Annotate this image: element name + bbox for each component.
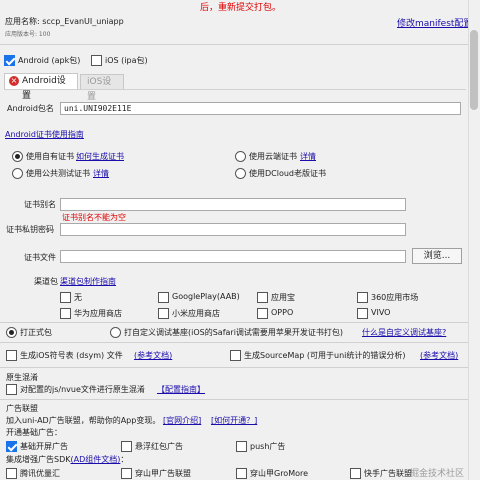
scrollbar-thumb[interactable] [470, 30, 478, 110]
channel-checkbox-huawei[interactable] [60, 308, 71, 319]
channel-label-360: 360应用市场 [371, 293, 419, 302]
channel-checkbox-360[interactable] [357, 292, 368, 303]
channel-checkbox-yingyongbao[interactable] [257, 292, 268, 303]
channel-checkbox-none[interactable] [60, 292, 71, 303]
ads-how-to-open-link[interactable]: [如何开通？] [211, 415, 257, 426]
sourcemap-doc-link[interactable]: (参考文档) [420, 350, 458, 361]
android-checkbox[interactable] [4, 55, 15, 66]
pangle-ad-label: 穿山甲广告联盟 [135, 469, 191, 478]
rebuild-notice: 后，重新提交打包。 [200, 3, 282, 13]
radio-custom-base[interactable] [110, 327, 121, 338]
cert-alias-error: 证书别名不能为空 [62, 213, 126, 222]
cert-file-label: 证书文件 [24, 253, 56, 262]
radio-cloud-cert-label: 使用云端证书 [249, 152, 297, 161]
tencent-ad-checkbox[interactable] [6, 468, 17, 479]
radio-cloud-cert[interactable] [235, 151, 246, 162]
browse-button[interactable]: 浏览... [412, 248, 462, 264]
radio-dcloud-cert[interactable] [235, 168, 246, 179]
channel-label-yingyongbao: 应用宝 [271, 293, 295, 302]
cert-guide-link[interactable]: Android证书使用指南 [5, 129, 84, 140]
channel-label-huawei: 华为应用商店 [74, 309, 122, 318]
channel-guide-link[interactable]: 渠道包制作指南 [60, 276, 116, 287]
kuaishou-ad-label: 快手广告联盟 [364, 469, 412, 478]
public-cert-details-link[interactable]: 详情 [93, 168, 109, 179]
android-label: Android (apk包) [18, 56, 81, 65]
enhanced-ads-label: 集成增强广告SDK(AD组件文档)： [6, 454, 128, 465]
obfuscation-guide-link[interactable]: 【配置指南】 [157, 384, 205, 395]
channel-label-xiaomi: 小米应用商店 [172, 309, 220, 318]
ad-component-doc-link[interactable]: (AD组件文档) [70, 455, 120, 464]
radio-public-cert[interactable] [12, 168, 23, 179]
how-to-generate-cert-link[interactable]: 如何生成证书 [76, 151, 124, 162]
floating-redpacket-ad-label: 悬浮红包广告 [135, 442, 183, 451]
obfuscation-checkbox[interactable] [6, 384, 17, 395]
channel-label: 渠道包 [34, 277, 58, 286]
basic-splash-ad-checkbox[interactable] [6, 441, 17, 452]
ios-symbol-label: 生成iOS符号表 (dsym) 文件 [20, 351, 123, 360]
tencent-ad-label: 腾讯优量汇 [20, 469, 60, 478]
radio-formal-package[interactable] [6, 327, 17, 338]
channel-checkbox-googleplay[interactable] [158, 292, 169, 303]
cert-file-input[interactable] [60, 250, 406, 263]
push-ad-label: push广告 [250, 442, 286, 451]
divider [0, 399, 468, 400]
ads-join-text: 加入uni-AD广告联盟，帮助你的App变现。 [6, 416, 161, 425]
cert-alias-label: 证书别名 [24, 200, 56, 209]
radio-formal-package-label: 打正式包 [20, 328, 52, 337]
floating-redpacket-ad-checkbox[interactable] [121, 441, 132, 452]
divider [0, 342, 468, 343]
divider [0, 44, 468, 45]
ios-symbol-checkbox[interactable] [6, 350, 17, 361]
tab-android[interactable]: × Android设置 [4, 73, 78, 101]
app-name-label: 应用名称: sccp_EvanUI_uniapp [5, 17, 124, 26]
push-ad-checkbox[interactable] [236, 441, 247, 452]
watermark: 掘金技术社区 [410, 469, 465, 479]
channel-label-vivo: VIVO [371, 308, 391, 317]
sourcemap-checkbox[interactable] [230, 350, 241, 361]
divider [0, 322, 468, 323]
radio-public-cert-label: 使用公共测试证书 [26, 169, 90, 178]
enhanced-ads-label-suffix: ： [120, 455, 129, 464]
modify-manifest-link[interactable]: 修改manifest配置 [397, 16, 472, 29]
enhanced-ads-label-text: 集成增强广告SDK [6, 455, 71, 464]
obfuscation-title: 原生混淆 [6, 373, 38, 382]
sourcemap-label: 生成SourceMap (可用于uni统计的错误分析) [244, 351, 406, 360]
channel-checkbox-xiaomi[interactable] [158, 308, 169, 319]
basic-splash-ad-label: 基础开屏广告 [20, 442, 68, 451]
app-version-label: 应用版本号: 100 [5, 31, 51, 38]
ios-label: iOS (ipa包) [105, 56, 148, 65]
tab-divider [4, 89, 466, 90]
ios-symbol-doc-link[interactable]: (参考文档) [134, 350, 172, 361]
cloud-cert-details-link[interactable]: 详情 [300, 151, 316, 162]
channel-checkbox-vivo[interactable] [357, 308, 368, 319]
channel-label-none: 无 [74, 293, 82, 302]
divider [0, 367, 468, 368]
package-name-label: Android包名 [7, 104, 54, 113]
channel-checkbox-oppo[interactable] [257, 308, 268, 319]
private-key-password-input[interactable] [60, 223, 406, 236]
tab-ios[interactable]: iOS设置 [80, 74, 124, 102]
ios-checkbox[interactable] [91, 55, 102, 66]
pangle-ad-checkbox[interactable] [121, 468, 132, 479]
pangle-gromore-checkbox[interactable] [236, 468, 247, 479]
ads-title: 广告联盟 [6, 404, 38, 413]
obfuscation-label: 对配置的js/nvue文件进行原生混淆 [20, 385, 145, 394]
kuaishou-ad-checkbox[interactable] [350, 468, 361, 479]
basic-ads-label: 开通基础广告： [6, 428, 62, 437]
package-name-input[interactable]: uni.UNI902E11E [60, 102, 461, 115]
pangle-gromore-label: 穿山甲GroMore [250, 469, 309, 478]
private-key-password-label: 证书私钥密码 [6, 225, 54, 234]
channel-label-googleplay: GooglePlay(AAB) [172, 292, 240, 301]
radio-own-cert[interactable] [12, 151, 23, 162]
radio-dcloud-cert-label: 使用DCloud老版证书 [249, 169, 327, 178]
cert-alias-input[interactable] [60, 198, 406, 211]
error-icon: × [9, 76, 19, 86]
ads-official-intro-link[interactable]: [官网介绍] [163, 415, 201, 426]
custom-base-help-link[interactable]: 什么是自定义调试基座? [362, 327, 446, 338]
radio-own-cert-label: 使用自有证书 [26, 152, 74, 161]
radio-custom-base-label: 打自定义调试基座(iOS的Safari调试需要用苹果开发证书打包) [124, 328, 344, 337]
channel-label-oppo: OPPO [271, 308, 294, 317]
